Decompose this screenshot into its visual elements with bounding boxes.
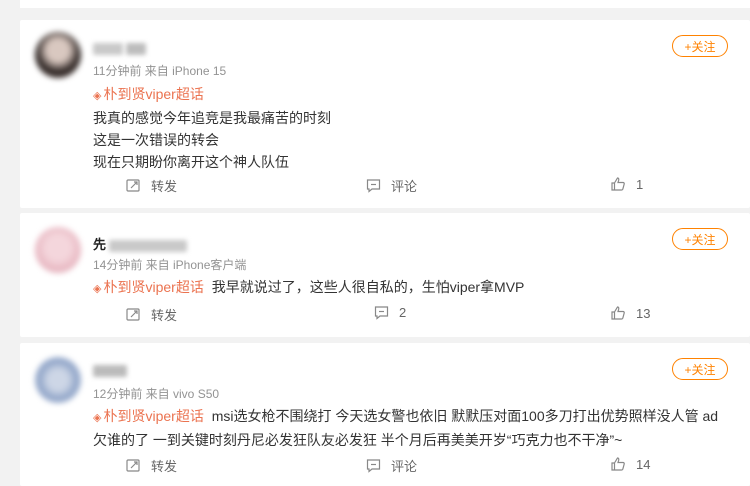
- repost-button[interactable]: 转发: [126, 305, 177, 324]
- avatar[interactable]: [35, 227, 81, 273]
- like-count: 1: [636, 176, 644, 192]
- supertopic-link[interactable]: ◈ 朴到贤viper超话: [93, 279, 204, 295]
- username-text: 先: [93, 237, 107, 252]
- supertopic-icon: ◈: [93, 283, 102, 295]
- comment-icon: [366, 179, 381, 193]
- comment-meta: 11分钟前 来自 iPhone 15: [93, 64, 227, 78]
- supertopic-label: 朴到贤viper超话: [103, 279, 204, 295]
- comment-line: 我真的感觉今年追竞是我最痛苦的时刻: [93, 110, 331, 126]
- comment-meta: 12分钟前 来自 vivo S50: [93, 387, 220, 401]
- username[interactable]: [93, 362, 127, 377]
- supertopic-label: 朴到贤viper超话: [103, 408, 204, 424]
- comment-line: 这是一次错误的转会: [93, 132, 219, 148]
- comment-text: ◈ 朴到贤viper超话 msi选女枪不围绕打 今天选女警也依旧 默默压对面100…: [93, 405, 726, 451]
- like-count: 13: [636, 305, 651, 321]
- follow-button[interactable]: +关注: [672, 228, 728, 250]
- like-button[interactable]: 14: [610, 456, 650, 472]
- comment-card-3: 12分钟前 来自 vivo S50 +关注 ◈ 朴到贤viper超话 msi选女枪…: [20, 343, 750, 486]
- thumbs-up-icon: [611, 177, 625, 191]
- repost-label: 转发: [151, 459, 178, 474]
- like-button[interactable]: 13: [610, 305, 650, 321]
- username[interactable]: 先: [93, 234, 188, 253]
- like-button[interactable]: 1: [610, 176, 643, 192]
- repost-button[interactable]: 转发: [126, 456, 177, 475]
- avatar[interactable]: [35, 357, 81, 403]
- thumbs-up-icon: [611, 457, 625, 471]
- action-bar: 转发 2 13: [93, 305, 750, 327]
- repost-label: 转发: [151, 179, 178, 194]
- thumbs-up-icon: [611, 306, 625, 320]
- username[interactable]: [93, 40, 146, 55]
- comment-card-1: 11分钟前 来自 iPhone 15 +关注 ◈ 朴到贤viper超话 我真的感觉…: [20, 20, 750, 208]
- comment-text: ◈ 朴到贤viper超话 我早就说过了，这些人很自私的，生怕viper拿MVP: [93, 276, 726, 300]
- comment-meta: 14分钟前 来自 iPhone客户端: [93, 258, 247, 272]
- repost-label: 转发: [151, 308, 178, 323]
- follow-button[interactable]: +关注: [672, 358, 728, 380]
- previous-card-edge: [20, 0, 750, 8]
- comment-text: ◈ 朴到贤viper超话 我真的感觉今年追竞是我最痛苦的时刻 这是一次错误的转会 …: [93, 83, 726, 173]
- comment-button[interactable]: 评论: [366, 456, 417, 475]
- repost-icon: [126, 459, 140, 472]
- comment-line: 我早就说过了，这些人很自私的，生怕viper拿MVP: [211, 279, 525, 295]
- supertopic-icon: ◈: [93, 90, 102, 102]
- comment-icon: [374, 306, 389, 320]
- action-bar: 转发 评论 1: [93, 176, 750, 198]
- comment-label: 评论: [391, 179, 418, 194]
- comment-icon: [366, 459, 381, 473]
- comment-line: 现在只期盼你离开这个神人队伍: [93, 154, 289, 170]
- avatar[interactable]: [35, 32, 81, 78]
- supertopic-link[interactable]: ◈ 朴到贤viper超话: [93, 86, 204, 102]
- comment-card-2: 先 14分钟前 来自 iPhone客户端 +关注 ◈ 朴到贤viper超话 我早就…: [20, 213, 750, 337]
- supertopic-link[interactable]: ◈ 朴到贤viper超话: [93, 408, 204, 424]
- comment-button[interactable]: 2: [374, 305, 406, 320]
- like-count: 14: [636, 456, 651, 472]
- follow-button[interactable]: +关注: [672, 35, 728, 57]
- comment-button[interactable]: 评论: [366, 176, 417, 195]
- repost-button[interactable]: 转发: [126, 176, 177, 195]
- supertopic-label: 朴到贤viper超话: [103, 86, 204, 102]
- action-bar: 转发 评论 14: [93, 456, 750, 478]
- repost-icon: [126, 308, 140, 321]
- supertopic-icon: ◈: [93, 412, 102, 424]
- comment-count: 2: [399, 305, 407, 320]
- repost-icon: [126, 179, 140, 192]
- comment-label: 评论: [391, 459, 418, 474]
